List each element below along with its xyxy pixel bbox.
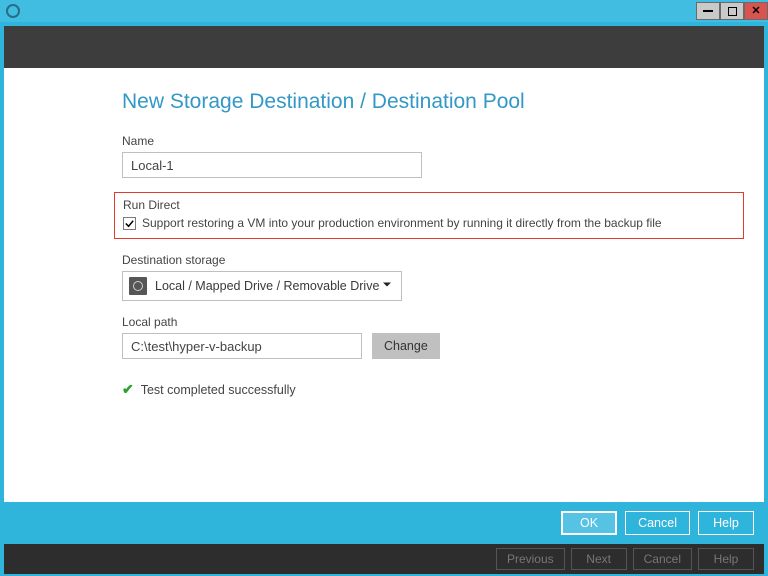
dialog-footer: OK Cancel Help bbox=[4, 502, 764, 544]
app-icon bbox=[6, 4, 20, 18]
local-path-label: Local path bbox=[122, 315, 724, 329]
content-area: New Storage Destination / Destination Po… bbox=[4, 68, 764, 502]
name-label: Name bbox=[122, 134, 724, 148]
close-button[interactable]: ✕ bbox=[744, 2, 768, 20]
destination-storage-select[interactable]: Local / Mapped Drive / Removable Drive bbox=[122, 271, 402, 301]
name-field: Name bbox=[122, 134, 724, 178]
destination-storage-value: Local / Mapped Drive / Removable Drive bbox=[155, 279, 379, 293]
change-button[interactable]: Change bbox=[372, 333, 440, 359]
page-title: New Storage Destination / Destination Po… bbox=[122, 90, 724, 114]
status-text: Test completed successfully bbox=[141, 383, 296, 397]
maximize-button[interactable] bbox=[720, 2, 744, 20]
wizard-footer: Previous Next Cancel Help bbox=[4, 544, 764, 574]
check-icon: ✔ bbox=[122, 381, 134, 398]
close-icon: ✕ bbox=[751, 6, 760, 17]
destination-storage-field: Destination storage Local / Mapped Drive… bbox=[122, 253, 724, 301]
chevron-down-icon bbox=[381, 279, 393, 294]
header-band bbox=[4, 26, 764, 68]
app-window: ✕ New Storage Destination / Destination … bbox=[0, 0, 768, 576]
name-input[interactable] bbox=[122, 152, 422, 178]
minimize-button[interactable] bbox=[696, 2, 720, 20]
previous-button[interactable]: Previous bbox=[496, 548, 565, 570]
ok-button[interactable]: OK bbox=[561, 511, 617, 535]
drive-icon bbox=[129, 277, 147, 295]
local-path-input[interactable] bbox=[122, 333, 362, 359]
wizard-cancel-button[interactable]: Cancel bbox=[633, 548, 692, 570]
run-direct-text: Support restoring a VM into your product… bbox=[142, 216, 662, 230]
wizard-help-button[interactable]: Help bbox=[698, 548, 754, 570]
run-direct-label: Run Direct bbox=[123, 198, 735, 212]
titlebar: ✕ bbox=[0, 0, 768, 22]
local-path-field: Local path Change bbox=[122, 315, 724, 359]
status-row: ✔ Test completed successfully bbox=[122, 381, 724, 398]
run-direct-group: Run Direct Support restoring a VM into y… bbox=[114, 192, 744, 239]
next-button[interactable]: Next bbox=[571, 548, 627, 570]
run-direct-checkbox[interactable] bbox=[123, 217, 136, 230]
window-controls: ✕ bbox=[696, 2, 768, 20]
checkmark-icon bbox=[124, 218, 135, 229]
help-button[interactable]: Help bbox=[698, 511, 754, 535]
destination-storage-label: Destination storage bbox=[122, 253, 724, 267]
cancel-button[interactable]: Cancel bbox=[625, 511, 690, 535]
